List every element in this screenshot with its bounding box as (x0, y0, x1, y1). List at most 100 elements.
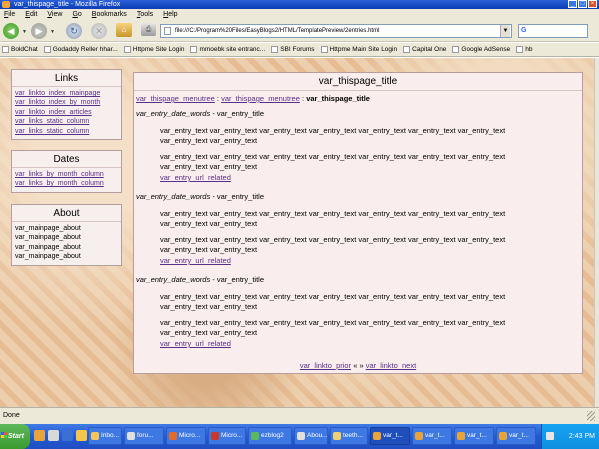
breadcrumb-menutree-link[interactable]: var_thispage_menutree (221, 94, 300, 103)
entry-title: var_entry_title (216, 109, 265, 118)
link-by-month[interactable]: var_links_by_month_column (15, 179, 118, 188)
back-dropdown-icon[interactable]: ▼ (22, 29, 27, 35)
next-page-link[interactable]: var_linkto_next (366, 361, 416, 370)
firefox-icon (2, 1, 10, 8)
bookmark-item[interactable]: SBI Forums (271, 43, 315, 56)
entry-related-link[interactable]: var_entry_url_related (136, 173, 580, 182)
folder-icon (333, 432, 341, 440)
taskbar-button[interactable]: teeth... (330, 427, 368, 445)
bookmark-item[interactable]: hb (516, 43, 532, 56)
menu-help[interactable]: Help (163, 9, 177, 20)
entry-related-link[interactable]: var_entry_url_related (136, 256, 580, 265)
close-icon[interactable]: × (588, 0, 597, 8)
prior-page-link[interactable]: var_linkto_prior (300, 361, 351, 370)
about-text: var_mainpage_about (15, 243, 81, 251)
resize-grip-icon[interactable] (587, 411, 595, 421)
menu-bar: File Edit View Go Bookmarks Tools Help (0, 9, 599, 20)
taskbar-button[interactable]: var_t... (496, 427, 536, 445)
entry-title: var_entry_title (216, 275, 265, 284)
address-dropdown-icon[interactable]: ▼ (500, 25, 510, 37)
window-icon (127, 432, 135, 440)
quicklaunch-icon[interactable] (76, 430, 87, 441)
entry-paragraph: var_entry_text var_entry_text var_entry_… (160, 318, 506, 337)
bookmark-item[interactable]: Capital One (403, 43, 446, 56)
taskbar-button[interactable]: Micro... (166, 427, 206, 445)
taskbar-button[interactable]: Inbo... (88, 427, 122, 445)
page-content: Links var_linkto_index_mainpage var_link… (0, 58, 594, 407)
link-static-column[interactable]: var_links_static_column (15, 117, 118, 126)
link-index-by-month[interactable]: var_linkto_index_by_month (15, 98, 118, 107)
menu-edit[interactable]: Edit (25, 9, 37, 20)
firefox-quicklaunch-icon[interactable] (34, 430, 45, 441)
about-text: var_mainpage_about (15, 225, 81, 232)
bookmark-item[interactable]: mmoebk site entranc... (190, 43, 265, 56)
bookmark-item[interactable]: Google AdSense (452, 43, 510, 56)
reload-icon: ↻ (70, 26, 78, 36)
address-bar[interactable]: file:///C:/Program%20Files/EasyBlogs2/HT… (160, 24, 512, 38)
link-index-mainpage[interactable]: var_linkto_index_mainpage (15, 89, 118, 98)
about-text: var_mainpage_about (15, 253, 81, 261)
search-box[interactable]: G (518, 24, 588, 38)
home-button[interactable]: ⌂ (116, 23, 132, 37)
taskbar-button[interactable]: foru... (124, 427, 164, 445)
taskbar-button[interactable]: Abou... (294, 427, 328, 445)
menu-go[interactable]: Go (72, 9, 81, 20)
tray-icon[interactable] (546, 432, 554, 440)
menu-bookmarks[interactable]: Bookmarks (92, 9, 127, 20)
bookmark-icon (43, 46, 51, 53)
bookmark-icon (271, 46, 279, 53)
taskbar-button-active[interactable]: var_t... (370, 427, 410, 445)
app-icon (169, 432, 177, 440)
breadcrumb-menutree-link[interactable]: var_thispage_menutree (136, 94, 215, 103)
entry-paragraph: var_entry_text var_entry_text var_entry_… (160, 126, 506, 145)
link-by-month[interactable]: var_links_by_month_column (15, 170, 118, 179)
minimize-icon[interactable]: _ (568, 0, 577, 8)
menu-file[interactable]: File (4, 9, 15, 20)
bookmark-item[interactable]: Godaddy Reller hhar... (43, 43, 118, 56)
blog-entry: var_entry_date_words - var_entry_title v… (134, 109, 582, 182)
home-icon: ⌂ (121, 25, 127, 34)
forward-button[interactable]: ▶ (31, 23, 47, 39)
address-url: file:///C:/Program%20Files/EasyBlogs2/HT… (175, 28, 380, 34)
entry-related-link[interactable]: var_entry_url_related (136, 339, 580, 348)
link-static-column[interactable]: var_links_static_column (15, 127, 118, 136)
forward-dropdown-icon[interactable]: ▼ (50, 29, 55, 35)
firefox-icon (415, 432, 423, 440)
menu-tools[interactable]: Tools (137, 9, 153, 20)
windows-taskbar: Start Inbo... foru... Micro... Micro... … (0, 424, 599, 449)
google-search-icon: G (521, 27, 527, 34)
taskbar-button[interactable]: var_t... (412, 427, 452, 445)
quicklaunch-icon[interactable] (48, 430, 59, 441)
firefox-icon (373, 432, 381, 440)
link-index-articles[interactable]: var_linkto_index_articles (15, 108, 118, 117)
reload-button[interactable]: ↻ (66, 23, 82, 39)
links-box: Links var_linkto_index_mainpage var_link… (11, 69, 122, 141)
mail-icon (91, 432, 99, 440)
start-button[interactable]: Start (0, 424, 30, 449)
firefox-icon (457, 432, 465, 440)
bookmark-icon (320, 46, 328, 53)
bookmark-item[interactable]: BoldChat (2, 43, 38, 56)
bookmark-icon (190, 46, 198, 53)
breadcrumb-separator: : (216, 94, 219, 103)
bookmark-item[interactable]: Httpme Main Site Login (320, 43, 397, 56)
forward-arrow-icon: ▶ (35, 26, 43, 36)
print-button[interactable]: ⎙ (141, 23, 156, 36)
entry-paragraph: var_entry_text var_entry_text var_entry_… (160, 292, 506, 311)
taskbar-button[interactable]: Micro... (208, 427, 246, 445)
maximize-icon[interactable]: □ (578, 0, 587, 8)
taskbar-button[interactable]: var_t... (454, 427, 494, 445)
bookmark-item[interactable]: Httpme Site Login (123, 43, 184, 56)
vertical-scrollbar[interactable] (594, 58, 599, 407)
back-button[interactable]: ◀ (3, 23, 19, 39)
ie-quicklaunch-icon[interactable] (62, 430, 73, 441)
back-arrow-icon: ◀ (7, 26, 15, 36)
stop-button[interactable]: ✕ (91, 23, 107, 39)
entry-paragraph: var_entry_text var_entry_text var_entry_… (160, 152, 506, 171)
window-title-bar: var_thispage_title - Mozilla Firefox _ □… (0, 0, 599, 9)
pager-separator: « (353, 361, 358, 370)
about-heading: About (12, 205, 121, 222)
taskbar-button[interactable]: ezblog2 (248, 427, 292, 445)
breadcrumb: var_thispage_menutree : var_thispage_men… (134, 91, 582, 109)
menu-view[interactable]: View (47, 9, 62, 20)
